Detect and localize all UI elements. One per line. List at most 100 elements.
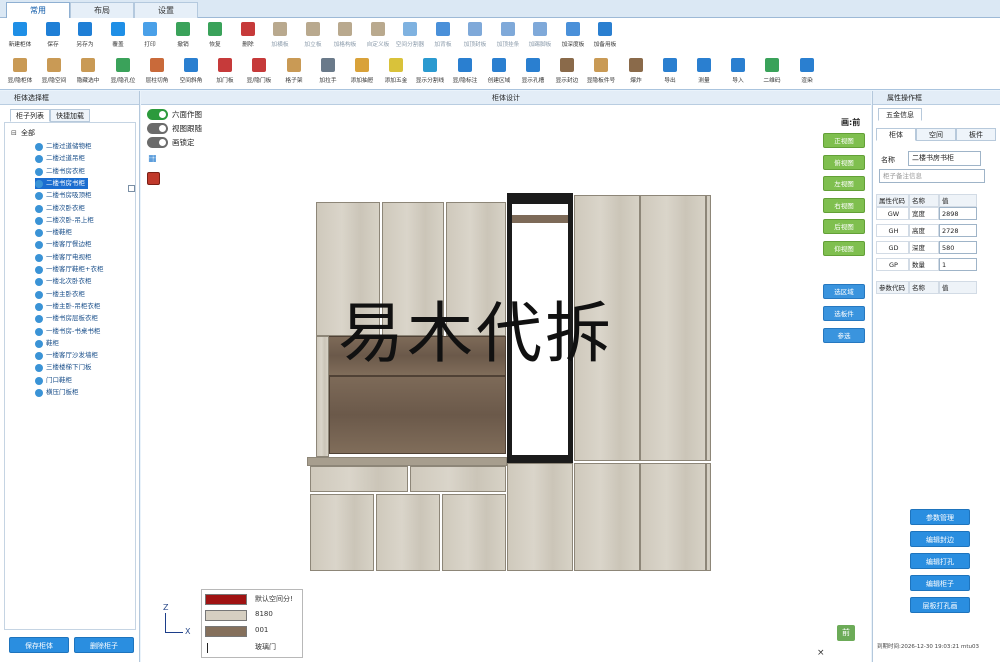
ribbon-button-3[interactable]: 覆盖	[100, 20, 136, 54]
tree-root[interactable]: 全部	[21, 128, 35, 138]
tab-space[interactable]: 空间	[916, 128, 956, 141]
tab-cabinet[interactable]: 柜体	[876, 128, 916, 141]
cabinet-door-bottom-3[interactable]	[442, 494, 506, 571]
ribbon-button-8[interactable]: 加横板	[262, 20, 298, 54]
cabinet-door-bottom-6[interactable]	[640, 463, 706, 571]
ribbon-button-2-18[interactable]: 爆炸	[618, 56, 654, 90]
ribbon-button-1[interactable]: 保存	[35, 20, 71, 54]
tree-item[interactable]: 门口鞋柜	[35, 375, 75, 386]
ribbon-button-2-9[interactable]: 加拉手	[310, 56, 346, 90]
view-follow-toggle[interactable]	[147, 123, 168, 134]
tab-common[interactable]: 常用	[6, 2, 70, 18]
ribbon-button-15[interactable]: 加顶挂条	[490, 20, 526, 54]
ribbon-button-5[interactable]: 撤销	[165, 20, 201, 54]
tree-item[interactable]: 二楼过道储物柜	[35, 141, 95, 152]
ribbon-button-2-5[interactable]: 空间斜角	[173, 56, 209, 90]
view-button[interactable]: 后视图	[823, 219, 865, 234]
ribbon-button-2-10[interactable]: 添加抽屉	[344, 56, 380, 90]
ribbon-button-12[interactable]: 空间分割器	[392, 20, 428, 54]
ribbon-button-2-15[interactable]: 显示孔槽	[515, 56, 551, 90]
ribbon-button-2-11[interactable]: 添加五金	[378, 56, 414, 90]
tree-item[interactable]: 一楼书房层板衣柜	[35, 313, 101, 324]
ribbon-button-2-3[interactable]: 显/隐孔位	[105, 56, 141, 90]
ribbon-button-2-12[interactable]: 显示分割线	[412, 56, 448, 90]
cabinet-side-panel[interactable]	[316, 336, 329, 457]
view-cube-icon[interactable]: 前	[837, 625, 855, 641]
tree-item[interactable]: 横压门板柜	[35, 387, 82, 398]
ribbon-button-2-8[interactable]: 格子架	[276, 56, 312, 90]
ribbon-button-7[interactable]: 删除	[230, 20, 266, 54]
ribbon-button-2-23[interactable]: 渲染	[789, 56, 825, 90]
tab-cabinet-list[interactable]: 柜子列表	[10, 109, 50, 122]
view-button[interactable]: 仰视图	[823, 240, 865, 256]
drawer-2[interactable]	[410, 466, 506, 492]
ribbon-button-2-19[interactable]: 导出	[652, 56, 688, 90]
ribbon-button-11[interactable]: 自定义板	[360, 20, 396, 54]
ribbon-button-18[interactable]: 加备用板	[587, 20, 623, 54]
counter-top[interactable]	[307, 457, 507, 466]
cabinet-door-bottom-2[interactable]	[376, 494, 440, 571]
ribbon-button-2-4[interactable]: 层柱切角	[139, 56, 175, 90]
tree-item[interactable]: 一楼鞋柜	[35, 227, 75, 238]
tree-item[interactable]: 一楼客厅沙发墙柜	[35, 350, 101, 361]
tab-quick-load[interactable]: 快捷加载	[50, 109, 90, 122]
ribbon-button-4[interactable]: 打印	[132, 20, 168, 54]
tree-item[interactable]: 二楼书房书柜	[35, 177, 88, 189]
drawer-1[interactable]	[310, 466, 408, 492]
ribbon-button-9[interactable]: 加立板	[295, 20, 331, 54]
right-action-button[interactable]: 层板打孔画	[910, 597, 970, 613]
tree-item[interactable]: 二楼过道吊柜	[35, 153, 88, 164]
delete-cabinet-button[interactable]: 删除柜子	[74, 637, 134, 653]
ribbon-button-13[interactable]: 加背板	[425, 20, 461, 54]
ribbon-button-2-13[interactable]: 显/隐标注	[447, 56, 483, 90]
ribbon-button-14[interactable]: 加顶封板	[457, 20, 493, 54]
view-button[interactable]: 正视图	[823, 133, 865, 148]
tree-expand-icon[interactable]: ⊟	[11, 129, 17, 137]
prop-value-input[interactable]: 1	[939, 258, 977, 271]
tree-item[interactable]: 一楼主卧-吊柜衣柜	[35, 301, 103, 312]
ribbon-button-2-7[interactable]: 显/隐门板	[241, 56, 277, 90]
open-shelf-lower[interactable]	[329, 376, 506, 454]
ribbon-button-0[interactable]: 新建柜体	[2, 20, 38, 54]
ribbon-button-2[interactable]: 另存为	[67, 20, 103, 54]
tree-item[interactable]: 二楼书房衣柜	[35, 166, 88, 177]
tab-hardware-info[interactable]: 五金信息	[878, 108, 922, 121]
save-cabinet-button[interactable]: 保存柜体	[9, 637, 69, 653]
ribbon-button-2-0[interactable]: 显/隐柜体	[2, 56, 38, 90]
cabinet-drawing[interactable]	[307, 193, 717, 578]
ribbon-button-2-17[interactable]: 显隐板件号	[583, 56, 619, 90]
right-action-button[interactable]: 编辑封边	[910, 531, 970, 547]
ribbon-button-2-2[interactable]: 隐藏选中	[70, 56, 106, 90]
tree-item[interactable]: 一楼客厅鞋柜+衣柜	[35, 264, 106, 275]
cabinet-door-bottom-5[interactable]	[574, 463, 640, 571]
view-button[interactable]: 俯视图	[823, 154, 865, 170]
ribbon-button-2-1[interactable]: 显/隐空间	[36, 56, 72, 90]
six-view-toggle[interactable]	[147, 109, 168, 120]
tree-item[interactable]: 三楼楼梯下门板	[35, 362, 95, 373]
tab-layout[interactable]: 布局	[70, 2, 134, 18]
prop-value-input[interactable]: 2728	[939, 224, 977, 237]
cabinet-door-tall-2[interactable]	[640, 195, 706, 461]
grid-icon[interactable]: ▦	[148, 154, 157, 164]
ribbon-button-2-16[interactable]: 显示封边	[549, 56, 585, 90]
tree-item[interactable]: 二楼次卧衣柜	[35, 203, 88, 214]
view-button[interactable]: 左视图	[823, 176, 865, 191]
cabinet-note-input[interactable]: 柜子备注信息	[879, 169, 985, 183]
cabinet-name-input[interactable]: 二楼书房书柜	[908, 151, 981, 166]
view-button[interactable]: 右视图	[823, 197, 865, 213]
ribbon-button-2-21[interactable]: 导入	[720, 56, 756, 90]
ribbon-button-10[interactable]: 加格构板	[327, 20, 363, 54]
ribbon-button-17[interactable]: 加深度板	[555, 20, 591, 54]
right-action-button[interactable]: 参数管理	[910, 509, 970, 525]
prop-value-input[interactable]: 2898	[939, 207, 977, 220]
tree-item[interactable]: 一楼客厅电视柜	[35, 252, 95, 263]
right-action-button[interactable]: 编辑柜子	[910, 575, 970, 591]
canvas-lock-toggle[interactable]	[147, 137, 168, 148]
tree-item[interactable]: 一楼客厅餐边柜	[35, 239, 95, 250]
tree-item[interactable]: 二楼次卧-吊上柜	[35, 215, 97, 226]
ribbon-button-2-6[interactable]: 加门板	[207, 56, 243, 90]
action-button[interactable]: 选区域	[823, 284, 865, 299]
tree-item[interactable]: 鞋柜	[35, 338, 62, 349]
right-action-button[interactable]: 编辑打孔	[910, 553, 970, 569]
tree-item[interactable]: 一楼书房-书桌书柜	[35, 326, 103, 337]
